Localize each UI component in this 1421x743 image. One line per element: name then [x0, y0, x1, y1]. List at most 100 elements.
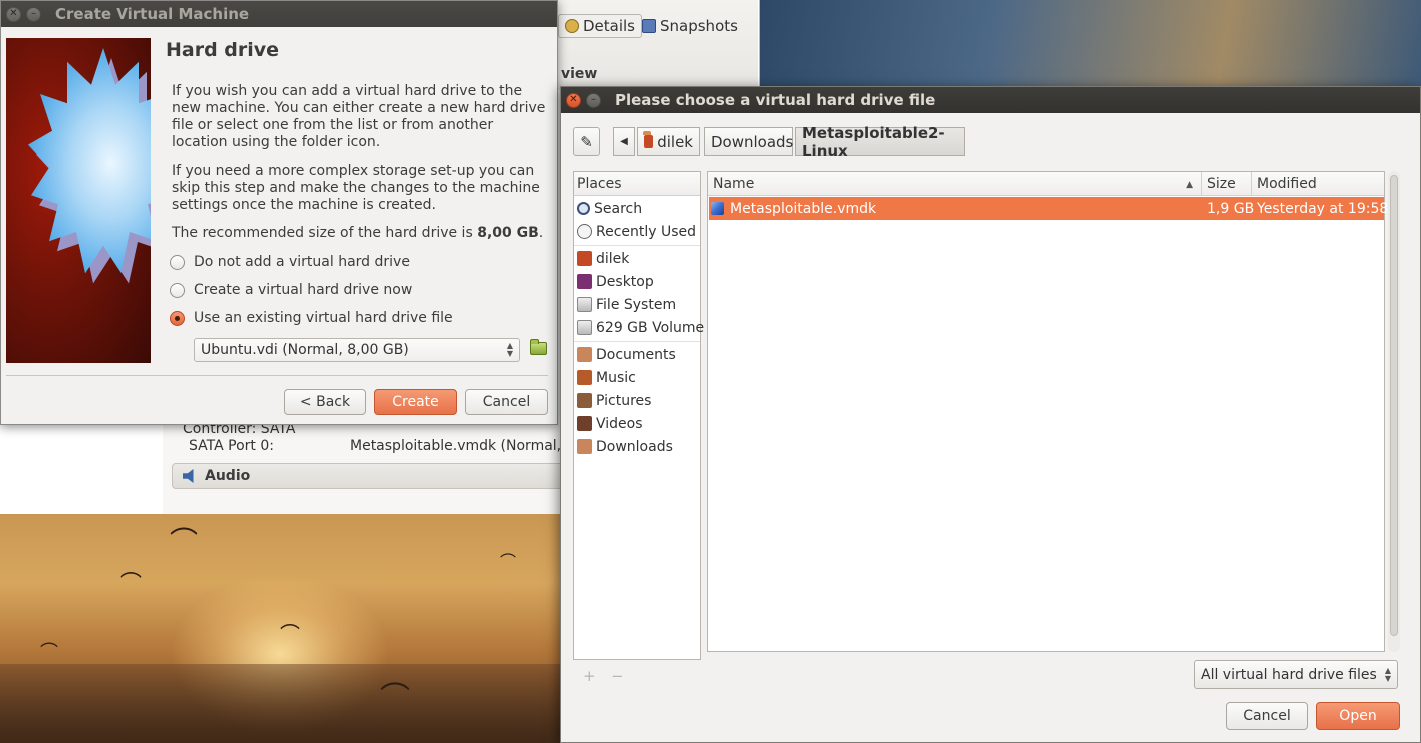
file-list-scrollbar[interactable]: [1388, 171, 1400, 652]
wallpaper-bird: ⌒: [280, 622, 300, 646]
option-existing-disk[interactable]: Use an existing virtual hard drive file: [170, 310, 453, 326]
breadcrumb-metasploitable-label: Metasploitable2-Linux: [802, 123, 945, 160]
sort-ascending-icon: ▲: [1186, 180, 1193, 190]
add-place-button[interactable]: +: [583, 667, 596, 685]
place-search[interactable]: Search: [577, 197, 642, 220]
place-home[interactable]: dilek: [577, 247, 629, 270]
breadcrumb-downloads-label: Downloads: [711, 132, 794, 151]
file-type-filter-value: All virtual hard drive files: [1201, 666, 1377, 683]
file-chooser-titlebar: ✕ – Please choose a virtual hard drive f…: [561, 87, 1420, 113]
clock-icon: [577, 224, 592, 239]
file-size: 1,9 GB: [1207, 200, 1255, 217]
breadcrumb-metasploitable[interactable]: Metasploitable2-Linux: [795, 124, 965, 160]
radio-existing-disk[interactable]: [170, 310, 185, 326]
details-label: Details: [583, 17, 636, 35]
music-folder-icon: [577, 370, 592, 385]
details-button[interactable]: Details: [558, 14, 643, 38]
place-label: Pictures: [596, 392, 652, 409]
downloads-folder-icon: [577, 439, 592, 454]
place-pictures[interactable]: Pictures: [577, 389, 651, 412]
place-volume[interactable]: 629 GB Volume: [577, 316, 704, 339]
table-row[interactable]: Metasploitable.vmdk 1,9 GB Yesterday at …: [709, 197, 1388, 220]
minimize-icon[interactable]: –: [586, 92, 601, 108]
folder-open-icon[interactable]: [530, 339, 547, 355]
place-label: Documents: [596, 346, 676, 363]
snapshots-label: Snapshots: [660, 17, 738, 35]
breadcrumb-dilek[interactable]: dilek: [637, 127, 700, 156]
place-label: Videos: [596, 415, 643, 432]
desktop-wallpaper-bottom: ⌒ ⌒ ⌒ ⌒ ⌒ ⌒: [0, 514, 560, 743]
place-music[interactable]: Music: [577, 366, 636, 389]
radio-create-disk[interactable]: [170, 282, 185, 298]
dialog-title: Create Virtual Machine: [55, 5, 250, 23]
wallpaper-bird: ⌒: [120, 572, 143, 597]
desktop-wallpaper-top: [756, 0, 1421, 90]
existing-disk-select[interactable]: Ubuntu.vdi (Normal, 8,00 GB) ▲ ▼: [194, 338, 520, 362]
snapshots-button[interactable]: Snapshots: [636, 14, 744, 38]
back-button[interactable]: < Back: [284, 389, 366, 415]
open-button[interactable]: Open: [1316, 702, 1400, 730]
column-name[interactable]: Name ▲: [708, 172, 1202, 196]
file-chooser-dialog: ✕ – Please choose a virtual hard drive f…: [560, 86, 1421, 743]
place-file-system[interactable]: File System: [577, 293, 676, 316]
minimize-icon[interactable]: –: [26, 6, 41, 22]
file-modified: Yesterday at 19:58: [1257, 200, 1389, 217]
place-label: Recently Used: [596, 223, 697, 240]
wizard-banner-image: [6, 38, 151, 363]
videos-folder-icon: [577, 416, 592, 431]
places-divider: [574, 341, 700, 342]
place-label: 629 GB Volume: [596, 319, 705, 336]
places-sidebar: Places Search Recently Used dilek Deskto…: [573, 171, 704, 660]
place-label: Downloads: [596, 438, 673, 455]
place-videos[interactable]: Videos: [577, 412, 643, 435]
column-size-label: Size: [1207, 176, 1236, 192]
audio-section-header[interactable]: Audio: [172, 463, 562, 489]
desktop-icon: [577, 274, 592, 289]
drive-icon: [577, 320, 592, 335]
cancel-button[interactable]: Cancel: [465, 389, 548, 415]
breadcrumb-downloads[interactable]: Downloads: [704, 127, 793, 156]
recommended-size-text: The recommended size of the hard drive i…: [172, 225, 543, 241]
remove-place-button[interactable]: −: [611, 667, 624, 685]
type-location-button[interactable]: ✎: [573, 127, 600, 156]
file-type-filter[interactable]: All virtual hard drive files ▲ ▼: [1194, 660, 1398, 689]
option-create-disk-label: Create a virtual hard drive now: [194, 282, 413, 298]
option-no-disk-label: Do not add a virtual hard drive: [194, 254, 410, 270]
recommend-prefix: The recommended size of the hard drive i…: [172, 225, 478, 241]
radio-no-disk[interactable]: [170, 254, 185, 270]
home-folder-icon: [642, 131, 654, 148]
wallpaper-sea: [0, 664, 560, 743]
column-modified-label: Modified: [1257, 176, 1317, 192]
place-documents[interactable]: Documents: [577, 343, 676, 366]
gear-icon: [565, 19, 579, 33]
wallpaper-bird: ⌒: [500, 552, 517, 571]
place-recently-used[interactable]: Recently Used: [577, 220, 696, 243]
wallpaper-bird: ⌒: [380, 681, 410, 716]
file-list: Name ▲ Size Modified Metasploitable.vmdk…: [707, 171, 1388, 652]
option-no-disk[interactable]: Do not add a virtual hard drive: [170, 254, 410, 270]
recommend-size: 8,00 GB: [477, 225, 539, 241]
scrollbar-thumb[interactable]: [1390, 175, 1398, 636]
close-icon[interactable]: ✕: [566, 92, 581, 108]
pictures-folder-icon: [577, 393, 592, 408]
wallpaper-bird: ⌒: [170, 525, 199, 558]
cancel-button[interactable]: Cancel: [1226, 702, 1308, 730]
place-desktop[interactable]: Desktop: [577, 270, 654, 293]
recommend-suffix: .: [538, 225, 544, 241]
create-button[interactable]: Create: [374, 389, 457, 415]
path-back-button[interactable]: ◀: [613, 127, 635, 156]
place-downloads[interactable]: Downloads: [577, 435, 673, 458]
file-list-header: Name ▲ Size Modified: [708, 172, 1384, 196]
breadcrumb-dilek-label: dilek: [657, 132, 693, 151]
place-label: Search: [594, 200, 643, 217]
close-icon[interactable]: ✕: [6, 6, 21, 22]
option-existing-disk-label: Use an existing virtual hard drive file: [194, 310, 453, 326]
home-folder-icon: [577, 251, 592, 266]
intro-paragraph: If you wish you can add a virtual hard d…: [172, 83, 546, 150]
column-size[interactable]: Size: [1202, 172, 1252, 196]
option-create-disk[interactable]: Create a virtual hard drive now: [170, 282, 412, 298]
column-modified[interactable]: Modified: [1252, 172, 1385, 196]
places-divider: [574, 245, 700, 246]
existing-disk-value: Ubuntu.vdi (Normal, 8,00 GB): [201, 342, 409, 358]
drive-icon: [577, 297, 592, 312]
